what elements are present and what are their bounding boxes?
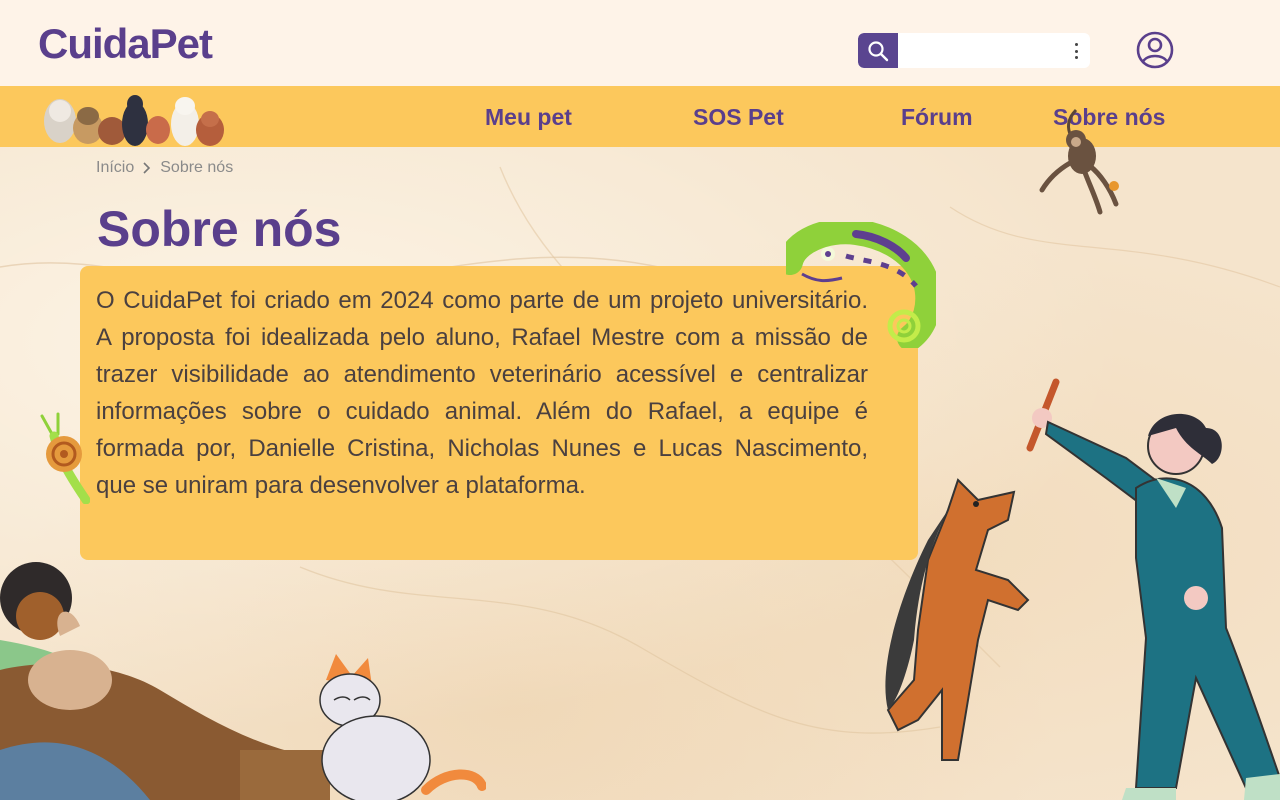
header: CuidaPet: [0, 0, 1280, 86]
kebab-menu-icon[interactable]: [1072, 43, 1080, 59]
person-with-stick-illustration: [1026, 378, 1280, 800]
nav-sos-pet[interactable]: SOS Pet: [693, 104, 784, 131]
about-text: O CuidaPet foi criado em 2024 como parte…: [96, 287, 868, 499]
breadcrumb: Início Sobre nós: [96, 159, 233, 177]
search-icon: [868, 40, 889, 61]
nav-forum[interactable]: Fórum: [901, 104, 973, 131]
user-account-icon[interactable]: [1136, 31, 1174, 69]
search-input[interactable]: [898, 33, 1066, 68]
chevron-right-icon: [143, 162, 151, 174]
search-bar: [858, 33, 1090, 68]
search-button[interactable]: [858, 33, 898, 68]
woman-with-rabbit-illustration: [0, 562, 330, 800]
monkey-illustration: [1039, 108, 1119, 215]
nav-meu-pet[interactable]: Meu pet: [485, 104, 572, 131]
cat-illustration: [319, 654, 486, 800]
chameleon-illustration: [786, 222, 936, 348]
page-title: Sobre nós: [97, 201, 342, 257]
breadcrumb-home[interactable]: Início: [96, 159, 134, 177]
snail-illustration: [40, 412, 90, 504]
logo[interactable]: CuidaPet: [38, 20, 213, 68]
pets-banner-illustration: [44, 95, 224, 146]
breadcrumb-current: Sobre nós: [160, 159, 234, 176]
